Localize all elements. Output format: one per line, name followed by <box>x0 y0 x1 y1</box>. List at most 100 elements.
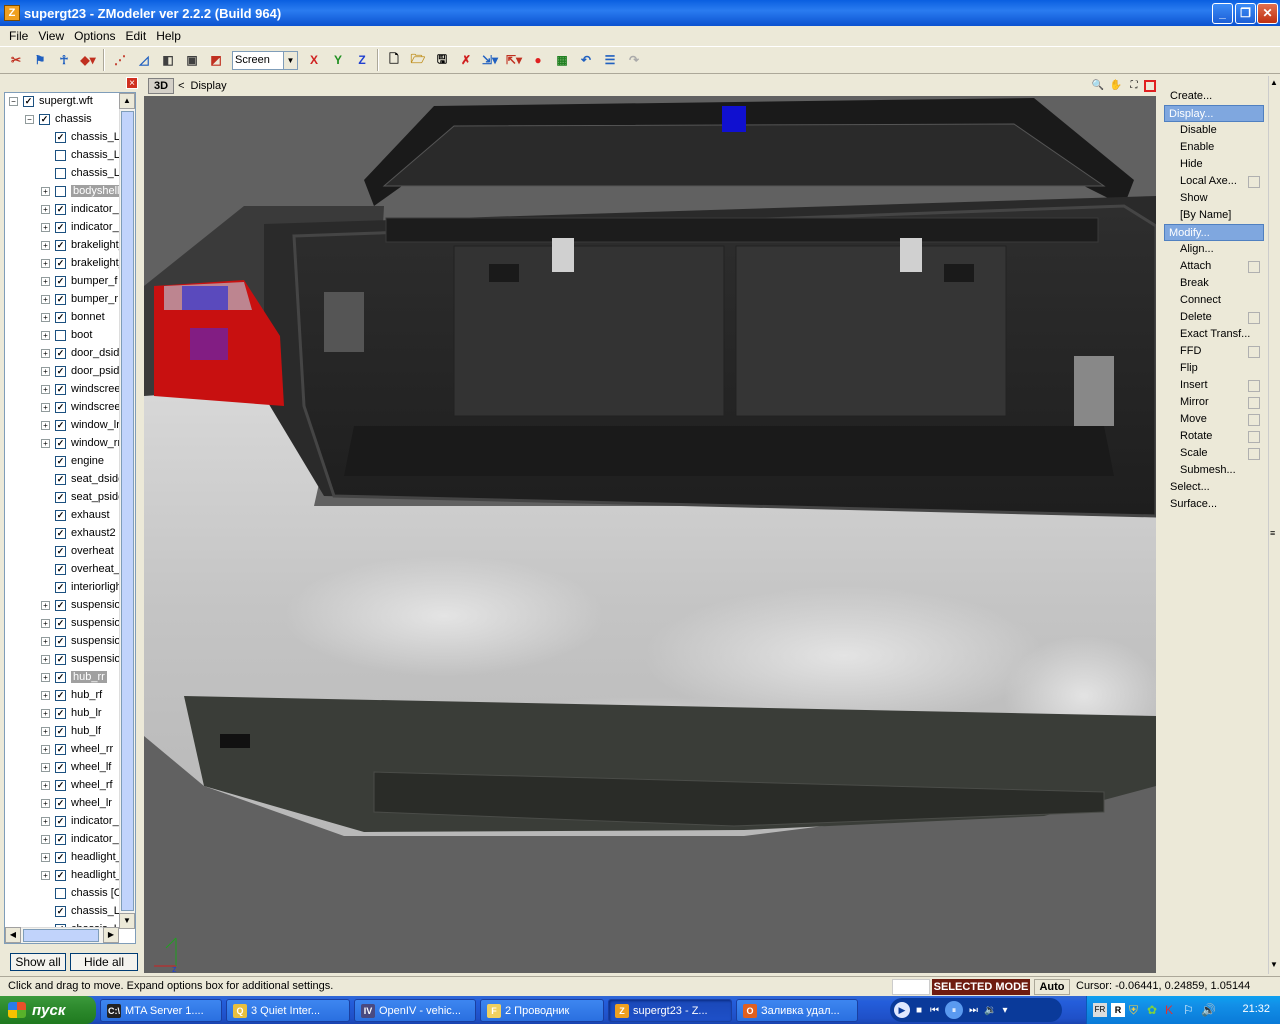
visibility-checkbox[interactable]: ✓ <box>55 492 66 503</box>
object-mode-icon[interactable]: ▣ <box>182 50 202 70</box>
tree-item[interactable]: + ✓ wheel_lf <box>5 759 119 777</box>
tree-vertical-scrollbar[interactable]: ▲ ▼ <box>119 93 135 929</box>
undo-icon[interactable]: ↶ <box>576 50 596 70</box>
tree-item[interactable]: + ✓ hub_lf <box>5 723 119 741</box>
expand-icon[interactable]: + <box>41 259 50 268</box>
visibility-checkbox[interactable]: ✓ <box>55 366 66 377</box>
scroll-thumb[interactable] <box>121 111 134 911</box>
taskbar-button[interactable]: C:\ MTA Server 1.... <box>100 999 222 1022</box>
command-item[interactable]: Enable <box>1164 139 1264 156</box>
visibility-checkbox[interactable]: ✓ <box>55 798 66 809</box>
visibility-checkbox[interactable]: ✓ <box>55 402 66 413</box>
visibility-checkbox[interactable]: ✓ <box>55 708 66 719</box>
taskbar-button[interactable]: O Заливка удал... <box>736 999 858 1022</box>
options-box-icon[interactable] <box>1248 176 1260 188</box>
command-item[interactable]: Break <box>1164 275 1264 292</box>
visibility-checkbox[interactable]: ✓ <box>55 672 66 683</box>
close-viewport-icon[interactable] <box>1144 80 1156 92</box>
viewport-mode-label[interactable]: 3D <box>148 78 175 94</box>
tree-item[interactable]: + ✓ suspension <box>5 633 119 651</box>
command-item[interactable]: Surface... <box>1164 496 1264 513</box>
visibility-checkbox[interactable] <box>55 888 66 899</box>
expand-icon[interactable]: + <box>41 763 50 772</box>
visibility-checkbox[interactable]: ✓ <box>55 618 66 629</box>
expand-icon[interactable]: + <box>41 331 50 340</box>
scroll-down-icon[interactable]: ▼ <box>1270 960 1278 969</box>
tree-item[interactable]: + ✓ wheel_rf <box>5 777 119 795</box>
volume-icon[interactable]: 🔉 <box>984 1005 996 1016</box>
visibility-checkbox[interactable]: ✓ <box>55 384 66 395</box>
visibility-checkbox[interactable]: ✓ <box>55 222 66 233</box>
tree-item[interactable]: chassis [C <box>5 885 119 903</box>
expand-icon[interactable]: + <box>41 727 50 736</box>
expand-icon[interactable]: + <box>41 241 50 250</box>
expand-icon[interactable]: + <box>41 187 50 196</box>
visibility-checkbox[interactable]: ✓ <box>55 132 66 143</box>
expand-icon[interactable]: + <box>41 385 50 394</box>
media-player-icon[interactable]: ▶ <box>894 1002 910 1018</box>
tree-item[interactable]: + ✓ indicator_l <box>5 813 119 831</box>
expand-icon[interactable]: + <box>41 871 50 880</box>
tree-item[interactable]: + ✓ headlight_ <box>5 867 119 885</box>
command-item[interactable]: Scale <box>1164 445 1264 462</box>
expand-icon[interactable]: + <box>41 799 50 808</box>
tree-item[interactable]: + ✓ hub_lr <box>5 705 119 723</box>
command-item[interactable]: Modify... <box>1164 224 1264 241</box>
expand-icon[interactable]: + <box>41 223 50 232</box>
visibility-checkbox[interactable]: ✓ <box>55 420 66 431</box>
tree-item[interactable]: − ✓ supergt.wft <box>5 93 119 111</box>
visibility-checkbox[interactable]: ✓ <box>39 114 50 125</box>
visibility-checkbox[interactable] <box>55 186 66 197</box>
visibility-checkbox[interactable]: ✓ <box>55 762 66 773</box>
tree-item[interactable]: ✓ seat_pside <box>5 489 119 507</box>
visibility-checkbox[interactable]: ✓ <box>55 528 66 539</box>
tree-item[interactable]: ✓ seat_dside <box>5 471 119 489</box>
tray-network-icon[interactable]: ⚐ <box>1183 1003 1197 1017</box>
scroll-left-icon[interactable]: ◀ <box>5 927 21 943</box>
expand-icon[interactable]: + <box>41 295 50 304</box>
tree-item[interactable]: ✓ overheat_ <box>5 561 119 579</box>
tree-item[interactable]: + ✓ brakelight_ <box>5 255 119 273</box>
tree-item[interactable]: + ✓ suspension <box>5 615 119 633</box>
visibility-checkbox[interactable]: ✓ <box>55 312 66 323</box>
visibility-checkbox[interactable]: ✓ <box>55 870 66 881</box>
tree-item[interactable]: + ✓ hub_rr <box>5 669 119 687</box>
expand-icon[interactable]: + <box>41 421 50 430</box>
menu-file[interactable]: File <box>4 29 33 43</box>
walk-tool-icon[interactable]: ☥ <box>54 50 74 70</box>
tray-app-icon[interactable]: R <box>1111 1003 1125 1017</box>
options-box-icon[interactable] <box>1248 261 1260 273</box>
mesh-mode-icon[interactable]: ◩ <box>206 50 226 70</box>
tool-dropdown-icon[interactable]: ◆▾ <box>78 50 98 70</box>
menu-edit[interactable]: Edit <box>121 29 152 43</box>
tree-item[interactable]: chassis_L1 <box>5 147 119 165</box>
pause-icon[interactable]: ⏸ <box>945 1001 964 1019</box>
tree-item[interactable]: + ✓ suspension <box>5 597 119 615</box>
tree-item[interactable]: + bodyshell <box>5 183 119 201</box>
restore-button[interactable]: ❐ <box>1235 3 1256 24</box>
chevron-down-icon[interactable]: ▼ <box>283 51 297 69</box>
zmodeler-app-icon[interactable]: Z <box>4 5 20 21</box>
command-item[interactable]: Submesh... <box>1164 462 1264 479</box>
expand-icon[interactable]: + <box>41 205 50 214</box>
tree-item[interactable]: + ✓ bonnet <box>5 309 119 327</box>
expand-icon[interactable]: + <box>41 439 50 448</box>
expand-icon[interactable]: + <box>41 853 50 862</box>
command-item[interactable]: Create... <box>1164 88 1264 105</box>
expand-icon[interactable]: + <box>41 637 50 646</box>
expand-icon[interactable]: + <box>41 745 50 754</box>
visibility-checkbox[interactable]: ✓ <box>55 906 66 917</box>
visibility-checkbox[interactable] <box>55 150 66 161</box>
tree-item[interactable]: + ✓ wheel_lr <box>5 795 119 813</box>
scroll-down-icon[interactable]: ▼ <box>119 913 135 929</box>
command-item[interactable]: Local Axe... <box>1164 173 1264 190</box>
tree-item[interactable]: + ✓ headlight_ <box>5 849 119 867</box>
redo-icon[interactable]: ↷ <box>624 50 644 70</box>
visibility-checkbox[interactable]: ✓ <box>55 240 66 251</box>
visibility-checkbox[interactable]: ✓ <box>55 438 66 449</box>
new-file-icon[interactable]: 🗋 <box>384 50 404 70</box>
command-item[interactable]: Exact Transf... <box>1164 326 1264 343</box>
close-button[interactable]: ✕ <box>1257 3 1278 24</box>
command-panel-scrollbar[interactable]: ▲ ≡ ▼ <box>1268 76 1280 974</box>
expand-icon[interactable]: + <box>41 367 50 376</box>
